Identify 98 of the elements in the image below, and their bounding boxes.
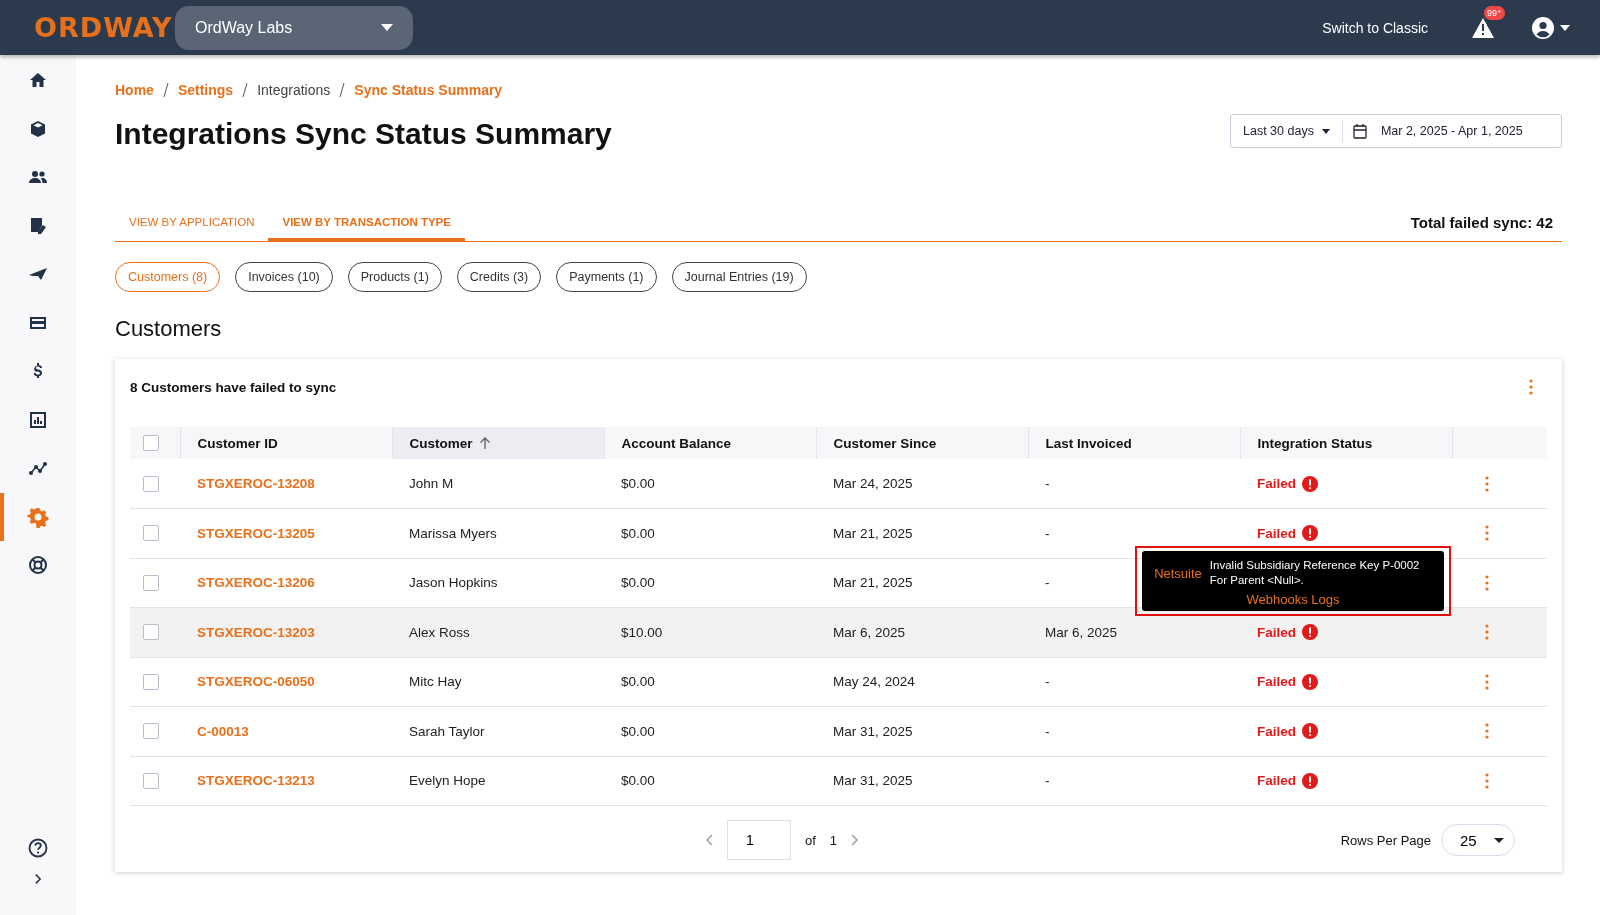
caret-icon[interactable]: [1560, 24, 1570, 31]
chevron-left-icon[interactable]: [706, 834, 713, 846]
sort-arrow-icon[interactable]: [478, 437, 491, 449]
slash-icon: [339, 83, 346, 97]
table-cell: $0.00: [621, 575, 655, 591]
caret-icon[interactable]: [1494, 837, 1504, 843]
lifebuoy-icon[interactable]: [27, 554, 49, 577]
filter-chip[interactable]: Credits (3): [456, 262, 542, 292]
more-options-icon[interactable]: [1485, 673, 1489, 690]
checkbox[interactable]: [143, 574, 159, 591]
filter-chip[interactable]: Products (1): [347, 262, 442, 292]
date-range-picker[interactable]: Last 30 days Mar 2, 2025 - Apr 1, 2025: [1230, 114, 1562, 148]
page-number-field[interactable]: 1: [727, 820, 791, 860]
status-text: Failed: [1257, 525, 1296, 541]
table-cell: Mar 31, 2025: [833, 723, 913, 739]
pagination-label: of: [805, 832, 816, 848]
more-options-icon[interactable]: [1485, 723, 1489, 740]
table-cell: $0.00: [621, 773, 655, 789]
table-cell: $0.00: [621, 723, 655, 739]
more-options-icon[interactable]: [1485, 574, 1489, 591]
checkbox[interactable]: [143, 673, 159, 690]
error-icon[interactable]: [1302, 723, 1318, 740]
table-cell: -: [1045, 525, 1050, 541]
table-cell: -: [1045, 723, 1050, 739]
tooltip-source: Netsuite: [1154, 565, 1202, 581]
status-text: Failed: [1257, 674, 1296, 690]
filter-chip[interactable]: Invoices (10): [235, 262, 333, 292]
table-cell: -: [1045, 575, 1050, 591]
calendar-icon: [1352, 123, 1367, 139]
checkbox[interactable]: [143, 475, 159, 492]
total-failed-count: Total failed sync: 42: [1410, 214, 1554, 233]
more-options-icon[interactable]: [1485, 772, 1489, 789]
status-text: Failed: [1257, 723, 1296, 739]
help-icon[interactable]: [27, 837, 49, 859]
table-cell: $0.00: [621, 476, 655, 491]
table-cell: Jason Hopkins: [409, 575, 498, 591]
table-cell: Evelyn Hope: [409, 773, 486, 789]
table-cell: Mar 24, 2025: [833, 476, 913, 491]
date-preset[interactable]: Last 30 days: [1243, 124, 1314, 138]
more-options-icon[interactable]: [1485, 525, 1489, 542]
table-cell: Sarah Taylor: [409, 723, 485, 739]
webhooks-logs-link[interactable]: Webhooks Logs: [1246, 591, 1340, 607]
error-icon[interactable]: [1302, 772, 1318, 789]
slash-icon: [242, 83, 249, 97]
total-pages: 1: [829, 832, 838, 848]
status-text: Failed: [1257, 476, 1296, 491]
breadcrumb-item: Integrations: [257, 82, 331, 98]
logo: ORDWAY: [34, 12, 174, 43]
table-cell: Mar 21, 2025: [833, 575, 913, 591]
error-icon[interactable]: [1302, 525, 1318, 542]
table-cell: Mar 21, 2025: [833, 525, 913, 541]
checkbox[interactable]: [143, 772, 159, 789]
tooltip-message: Invalid Subsidiary Reference Key P-0002 For Parent <Null>.: [1209, 557, 1421, 588]
status-text: Failed: [1257, 624, 1296, 640]
organization-select[interactable]: OrdWay Labs: [175, 5, 413, 50]
checkbox[interactable]: [143, 525, 159, 542]
date-range: Mar 2, 2025 - Apr 1, 2025: [1380, 124, 1523, 138]
more-options-icon[interactable]: [1485, 624, 1489, 641]
table-cell: Mar 6, 2025: [833, 624, 906, 640]
page-title: Integrations Sync Status Summary: [115, 117, 612, 151]
table-cell: $0.00: [621, 525, 655, 541]
caret-icon: [1321, 128, 1330, 134]
table-cell: $0.00: [621, 674, 655, 690]
table-cell: Mitc Hay: [409, 674, 462, 690]
table-cell: Mar 31, 2025: [833, 773, 913, 789]
filter-chip[interactable]: Payments (1): [556, 262, 657, 292]
checkbox[interactable]: [143, 723, 159, 740]
table-caption: 8 Customers have failed to sync: [130, 379, 337, 395]
rows-per-page-label: Rows Per Page: [1340, 832, 1431, 848]
table-cell: -: [1045, 476, 1050, 491]
slash-icon: [162, 83, 169, 97]
warning-icon[interactable]: [1472, 17, 1494, 38]
table-cell: Mar 6, 2025: [1045, 624, 1118, 640]
table-cell: May 24, 2024: [833, 674, 915, 690]
table-cell: -: [1045, 773, 1050, 789]
section-title: Customers: [115, 316, 223, 342]
filter-chip[interactable]: Journal Entries (19): [671, 262, 807, 292]
checkbox[interactable]: [143, 624, 159, 641]
column-header[interactable]: Customer: [409, 435, 473, 451]
table-cell: John M: [409, 476, 454, 491]
notification-badge: 99⁺: [1484, 5, 1505, 20]
gear-icon[interactable]: [27, 505, 49, 528]
checkbox[interactable]: [143, 435, 159, 451]
table-cell: -: [1045, 674, 1050, 690]
rows-per-page-select[interactable]: 25: [1441, 824, 1515, 856]
table-cell: Marissa Myers: [409, 525, 497, 541]
error-icon[interactable]: [1302, 673, 1318, 690]
table-cell: $10.00: [621, 624, 663, 640]
table-cell: Alex Ross: [409, 624, 470, 640]
error-icon[interactable]: [1302, 624, 1318, 641]
user-avatar-icon[interactable]: [1532, 16, 1554, 39]
caret-icon: [381, 24, 393, 31]
error-icon[interactable]: [1302, 475, 1318, 492]
status-text: Failed: [1257, 773, 1296, 789]
more-options-icon[interactable]: [1485, 475, 1489, 492]
more-options-icon[interactable]: [1529, 379, 1533, 395]
switch-to-classic-link[interactable]: Switch to Classic: [1322, 19, 1428, 36]
column-header[interactable]: Customer ID: [197, 435, 278, 451]
